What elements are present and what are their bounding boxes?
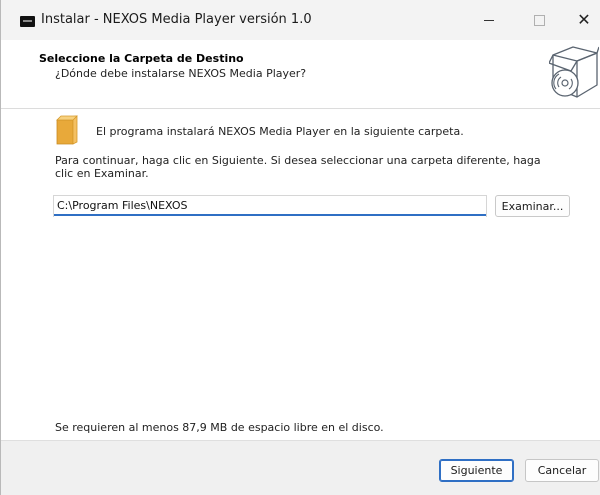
destination-path-input[interactable]: [54, 196, 486, 216]
instructions-text: Para continuar, haga clic en Siguiente. …: [55, 154, 541, 180]
page-title: Seleccione la Carpeta de Destino: [39, 52, 244, 65]
maximize-icon: [533, 14, 545, 26]
installer-window: Instalar - NEXOS Media Player versión 1.…: [0, 0, 600, 495]
folder-icon: [56, 115, 78, 145]
disk-space-text: Se requieren al menos 87,9 MB de espacio…: [55, 421, 384, 434]
info-text: El programa instalará NEXOS Media Player…: [96, 125, 464, 138]
title-bar[interactable]: Instalar - NEXOS Media Player versión 1.…: [1, 0, 600, 40]
page-subtitle: ¿Dónde debe instalarse NEXOS Media Playe…: [55, 67, 307, 80]
cancel-button[interactable]: Cancelar: [525, 459, 599, 482]
wizard-footer: Siguiente Cancelar: [1, 441, 600, 495]
window-title: Instalar - NEXOS Media Player versión 1.…: [41, 12, 312, 27]
minimize-button[interactable]: [466, 0, 512, 40]
app-icon: [20, 16, 35, 27]
minimize-icon: [484, 19, 494, 21]
next-button[interactable]: Siguiente: [439, 459, 514, 482]
box-disc-icon: [549, 46, 599, 98]
browse-button[interactable]: Examinar...: [495, 195, 570, 217]
close-icon: ✕: [577, 10, 591, 29]
maximize-button[interactable]: [516, 0, 562, 40]
wizard-body: El programa instalará NEXOS Media Player…: [1, 109, 600, 440]
close-button[interactable]: ✕: [561, 0, 600, 40]
wizard-header: Seleccione la Carpeta de Destino ¿Dónde …: [1, 40, 600, 108]
